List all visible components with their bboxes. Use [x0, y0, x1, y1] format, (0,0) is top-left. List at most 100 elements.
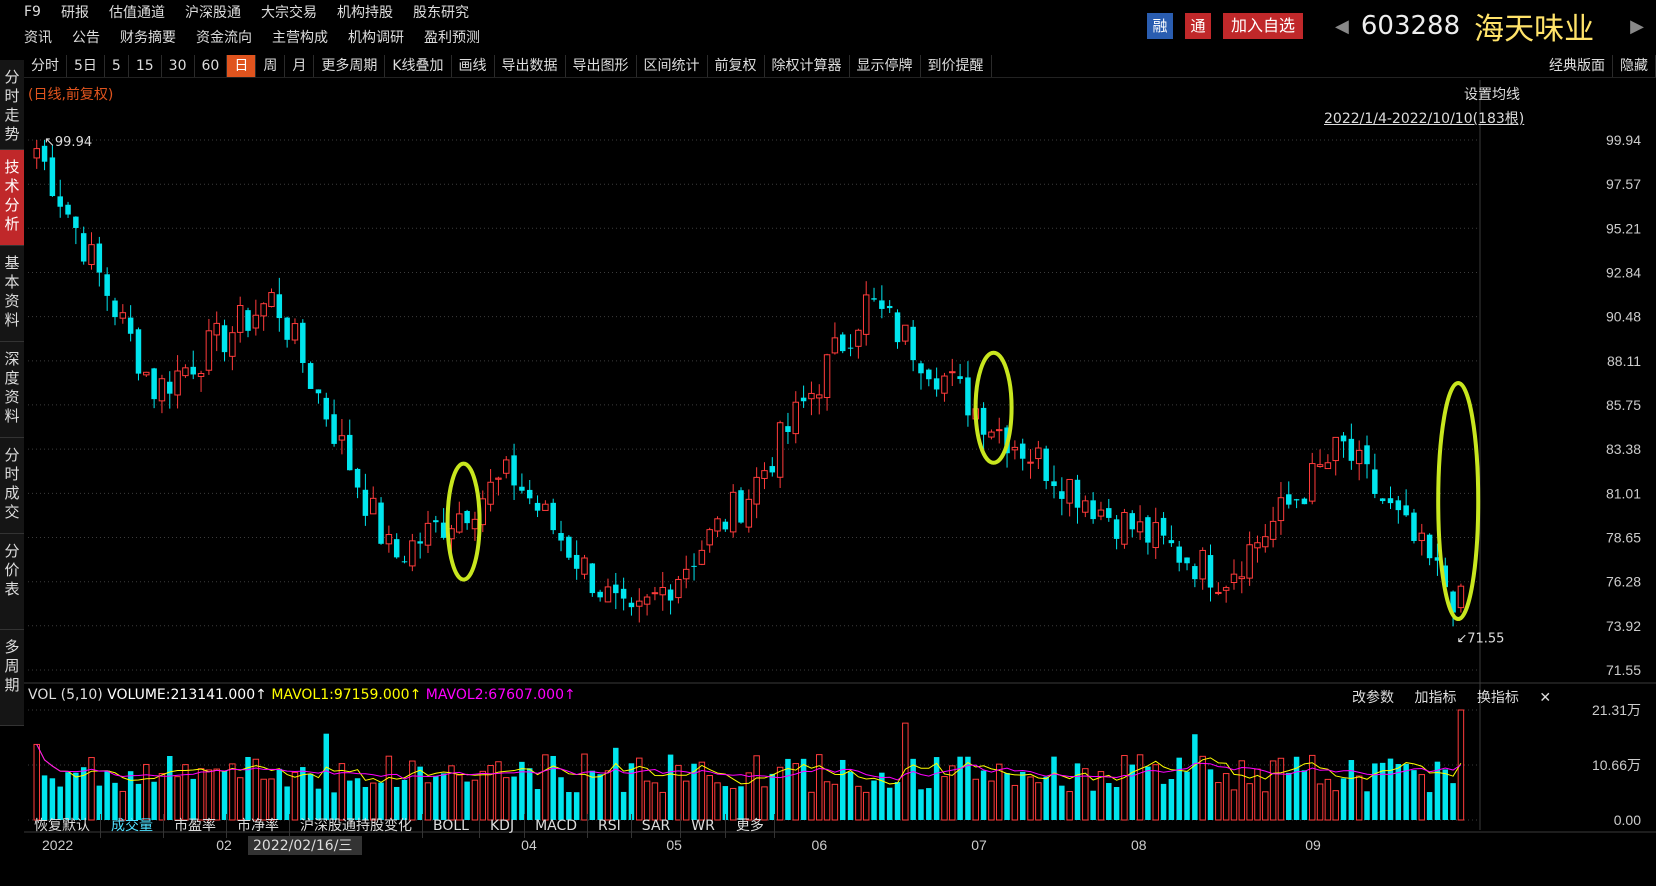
change-params-button[interactable]: 改参数 — [1352, 690, 1394, 706]
volume-bar-up — [862, 791, 870, 821]
candle-body-down — [800, 397, 807, 402]
candle-body-up — [182, 367, 189, 377]
volume-bar-up — [182, 764, 189, 821]
candle-body-down — [433, 520, 439, 523]
volume-bar-up — [385, 755, 393, 821]
candle-body-down — [1019, 443, 1026, 459]
candle-body-up — [1332, 436, 1339, 462]
tab-reset[interactable]: 恢复默认 — [24, 814, 101, 838]
candle-body-down — [245, 310, 251, 331]
candle-body-up — [1011, 446, 1019, 451]
candle-body-down — [190, 366, 196, 375]
volume-bar-down — [1207, 769, 1214, 820]
volume-bar-up — [1418, 774, 1426, 821]
candle-body-down — [1426, 534, 1433, 559]
candle-body-down — [957, 376, 963, 379]
candle-body-down — [1387, 498, 1394, 504]
tab-pe[interactable]: 市盈率 — [164, 814, 227, 838]
volume-bar-up — [1097, 771, 1105, 821]
tab-kdj[interactable]: KDJ — [480, 814, 526, 838]
tab-volume[interactable]: 成交量 — [101, 814, 164, 838]
candle-body-up — [776, 422, 784, 478]
price-tick-label: 76.28 — [1606, 574, 1641, 590]
volume-bar-up — [1066, 791, 1073, 821]
volume-bar-down — [1113, 787, 1120, 820]
candle-body-up — [1230, 573, 1238, 584]
candle-body-up — [1152, 522, 1159, 549]
volume-bar-up — [197, 768, 205, 821]
candle-body-down — [1192, 566, 1198, 580]
volume-bar-down — [1019, 771, 1026, 820]
x-tick-label: 2022 — [42, 837, 73, 853]
candle-body-down — [1379, 498, 1386, 502]
kline-chart[interactable]: 99.94 97.57 95.21 92.84 90.48 88.11 85.75 83.38… — [0, 0, 1656, 886]
candle-body-down — [464, 510, 470, 524]
date-range-label[interactable]: 2022/1/4-2022/10/10(183根) — [1324, 108, 1524, 128]
candle-body-up — [682, 568, 690, 580]
candle-body-down — [879, 300, 885, 309]
candle-body-down — [362, 489, 369, 516]
candle-body-down — [871, 298, 877, 300]
volume-bar-down — [1364, 791, 1370, 820]
tab-macd[interactable]: MACD — [525, 814, 589, 838]
x-tick-label: 07 — [971, 837, 987, 853]
volume-bar-up — [792, 763, 800, 821]
candle-body-up — [706, 529, 713, 546]
price-tick-label: 95.21 — [1606, 220, 1641, 236]
candle-body-up — [1418, 532, 1426, 542]
volume-bar-up — [745, 772, 753, 821]
candle-body-up — [174, 370, 181, 396]
candle-body-down — [597, 591, 603, 598]
candle-body-down — [315, 389, 322, 394]
candle-body-down — [620, 588, 627, 599]
volume-bar-down — [1340, 778, 1347, 820]
close-icon[interactable]: ✕ — [1539, 690, 1551, 706]
tab-boll[interactable]: BOLL — [423, 814, 480, 838]
candle-body-up — [409, 540, 416, 567]
volume-bar-up — [1230, 789, 1238, 821]
candle-body-down — [894, 312, 901, 343]
candle-body-down — [307, 363, 314, 389]
volume-bar-up — [816, 754, 823, 821]
tab-rsi[interactable]: RSI — [588, 814, 632, 838]
candle-body-up — [158, 378, 166, 402]
candle-body-up — [675, 578, 682, 599]
candle-body-up — [949, 371, 956, 374]
candle-body-down — [1090, 500, 1096, 520]
tab-connect-holding[interactable]: 沪深股通持股变化 — [290, 814, 423, 838]
candle-body-down — [526, 489, 533, 499]
candle-body-down — [980, 407, 987, 435]
x-tick-label: 08 — [1131, 837, 1147, 853]
candle-body-up — [1355, 449, 1363, 465]
volume-bar-up — [776, 766, 784, 821]
candle-body-up — [792, 401, 800, 435]
tab-more[interactable]: 更多 — [726, 814, 775, 838]
ma-settings-button[interactable]: 设置均线 — [1464, 84, 1520, 104]
candle-body-up — [205, 330, 213, 371]
volume-bar-down — [221, 770, 228, 820]
candle-body-down — [1106, 508, 1112, 518]
candle-body-up — [698, 549, 706, 565]
swap-indicator-button[interactable]: 换指标 — [1477, 690, 1519, 706]
candle-body-down — [1364, 445, 1370, 465]
candle-body-up — [338, 435, 346, 441]
candle-body-down — [519, 486, 525, 491]
candle-body-up — [1066, 478, 1073, 504]
add-indicator-button[interactable]: 加指标 — [1414, 690, 1456, 706]
candle-body-up — [33, 148, 40, 159]
x-tick-label: 04 — [521, 837, 537, 853]
candle-body-down — [1043, 448, 1049, 482]
volume-bar-down — [323, 733, 330, 820]
low-annotation: ↙71.55 — [1456, 631, 1504, 646]
tab-sar[interactable]: SAR — [632, 814, 682, 838]
candle-body-up — [941, 375, 948, 394]
candle-body-up — [823, 354, 831, 399]
volume-bar-down — [980, 770, 987, 820]
candle-body-up — [714, 518, 721, 532]
candle-body-up — [197, 372, 205, 377]
tab-wr[interactable]: WR — [681, 814, 726, 838]
volume-bar-up — [1316, 783, 1324, 821]
tab-pb[interactable]: 市净率 — [227, 814, 290, 838]
price-tick-label: 88.11 — [1607, 353, 1641, 369]
volume-tick-label: 21.31万 — [1592, 702, 1641, 718]
